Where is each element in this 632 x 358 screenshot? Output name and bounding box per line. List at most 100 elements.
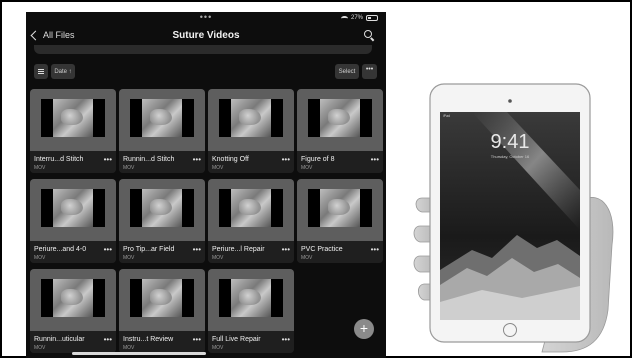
video-thumbnail	[219, 99, 283, 137]
file-tile[interactable]: Periure...and 4-0 MOV •••	[30, 179, 116, 263]
tile-label-area: Periure...l Repair MOV •••	[208, 241, 294, 263]
more-icon[interactable]: •••	[282, 246, 290, 254]
thumbnail-area	[297, 179, 383, 241]
status-bar: ••• 27%	[26, 12, 386, 26]
thumbnail-area	[208, 179, 294, 241]
page-title: Suture Videos	[172, 30, 240, 41]
video-thumbnail	[308, 189, 372, 227]
video-thumbnail	[41, 279, 105, 317]
wifi-icon	[340, 15, 348, 21]
files-app-screen: ••• 27% All Files Suture Videos Date ↑ S…	[26, 12, 386, 358]
thumbnail-area	[297, 89, 383, 151]
thumbnail-area	[119, 89, 205, 151]
tile-label-area: Figure of 8 MOV •••	[297, 151, 383, 173]
file-type: MOV	[212, 255, 224, 261]
video-thumbnail	[130, 99, 194, 137]
file-name: Periure...l Repair	[212, 246, 265, 253]
thumbnail-area	[30, 179, 116, 241]
file-tile[interactable]: Knotting Off MOV •••	[208, 89, 294, 173]
file-name: Periure...and 4-0	[34, 246, 87, 253]
tile-label-area: Runnin...uticular MOV •••	[30, 331, 116, 353]
home-button[interactable]	[503, 323, 517, 337]
lock-date: Thursday, October 16	[491, 154, 530, 159]
file-type: MOV	[123, 165, 135, 171]
figure-frame: ••• 27% All Files Suture Videos Date ↑ S…	[0, 0, 632, 358]
thumbnail-area	[30, 89, 116, 151]
more-icon[interactable]: •••	[282, 336, 290, 344]
file-type: MOV	[212, 165, 224, 171]
toolbar: Date ↑ Select •••	[26, 64, 386, 80]
battery-percent: 27%	[350, 15, 363, 21]
file-tile[interactable]: Full Live Repair MOV •••	[208, 269, 294, 353]
video-thumbnail	[41, 189, 105, 227]
select-button[interactable]: Select	[335, 64, 359, 79]
file-name: Knotting Off	[212, 156, 249, 163]
file-tile[interactable]: Figure of 8 MOV •••	[297, 89, 383, 173]
front-camera	[508, 99, 512, 103]
more-icon[interactable]: •••	[371, 156, 379, 164]
thumbnail-area	[119, 179, 205, 241]
more-icon[interactable]: •••	[193, 246, 201, 254]
file-tile[interactable]: Runnin...uticular MOV •••	[30, 269, 116, 353]
more-icon[interactable]: •••	[193, 156, 201, 164]
file-name: PVC Practice	[301, 246, 343, 253]
file-tile[interactable]: Interru...d Stitch MOV •••	[30, 89, 116, 173]
file-type: MOV	[123, 345, 135, 351]
battery-icon	[366, 15, 378, 21]
video-thumbnail	[41, 99, 105, 137]
tile-label-area: Full Live Repair MOV •••	[208, 331, 294, 353]
file-name: Figure of 8	[301, 156, 335, 163]
more-icon[interactable]: •••	[193, 336, 201, 344]
file-type: MOV	[34, 255, 46, 261]
lock-time: 9:41	[491, 131, 530, 153]
more-button[interactable]: •••	[362, 64, 377, 79]
carrier-label: iPad	[443, 114, 450, 118]
home-indicator	[72, 352, 206, 355]
search-button[interactable]	[364, 30, 376, 42]
thumbnail-area	[208, 89, 294, 151]
file-type: MOV	[212, 345, 224, 351]
list-view-icon	[38, 69, 44, 74]
more-icon[interactable]: •••	[282, 156, 290, 164]
tile-label-area: Instru...t Review MOV •••	[119, 331, 205, 353]
tile-label-area: Knotting Off MOV •••	[208, 151, 294, 173]
file-tile[interactable]: Pro Tip...ar Field MOV •••	[119, 179, 205, 263]
file-tile[interactable]: PVC Practice MOV •••	[297, 179, 383, 263]
ipad-in-hand-photo: 9:41 Thursday, October 16 iPad	[413, 83, 614, 353]
more-icon[interactable]: •••	[104, 246, 112, 254]
status-right: 27%	[340, 15, 378, 21]
file-name: Interru...d Stitch	[34, 156, 84, 163]
video-thumbnail	[219, 189, 283, 227]
add-button[interactable]: +	[354, 319, 374, 339]
video-thumbnail	[219, 279, 283, 317]
sort-button[interactable]: Date ↑	[51, 64, 75, 79]
thumbnail-area	[30, 269, 116, 331]
video-thumbnail	[130, 189, 194, 227]
more-icon[interactable]: •••	[104, 156, 112, 164]
tile-label-area: PVC Practice MOV •••	[297, 241, 383, 263]
file-name: Runnin...d Stitch	[123, 156, 175, 163]
file-type: MOV	[34, 345, 46, 351]
file-name: Full Live Repair	[212, 336, 261, 343]
more-icon[interactable]: •••	[104, 336, 112, 344]
file-tile[interactable]: Periure...l Repair MOV •••	[208, 179, 294, 263]
file-type: MOV	[301, 165, 313, 171]
file-type: MOV	[301, 255, 313, 261]
tile-label-area: Runnin...d Stitch MOV •••	[119, 151, 205, 173]
video-thumbnail	[130, 279, 194, 317]
file-tile[interactable]: Instru...t Review MOV •••	[119, 269, 205, 353]
file-name: Runnin...uticular	[34, 336, 85, 343]
view-mode-button[interactable]	[34, 64, 48, 79]
file-tile[interactable]: Runnin...d Stitch MOV •••	[119, 89, 205, 173]
multitask-dots[interactable]: •••	[200, 13, 212, 22]
thumbnail-area	[208, 269, 294, 331]
video-thumbnail	[308, 99, 372, 137]
file-type: MOV	[123, 255, 135, 261]
file-name: Pro Tip...ar Field	[123, 246, 175, 253]
file-type: MOV	[34, 165, 46, 171]
more-icon: •••	[365, 66, 374, 73]
tile-label-area: Periure...and 4-0 MOV •••	[30, 241, 116, 263]
more-icon[interactable]: •••	[371, 246, 379, 254]
tile-label-area: Pro Tip...ar Field MOV •••	[119, 241, 205, 263]
search-field[interactable]	[34, 45, 372, 54]
